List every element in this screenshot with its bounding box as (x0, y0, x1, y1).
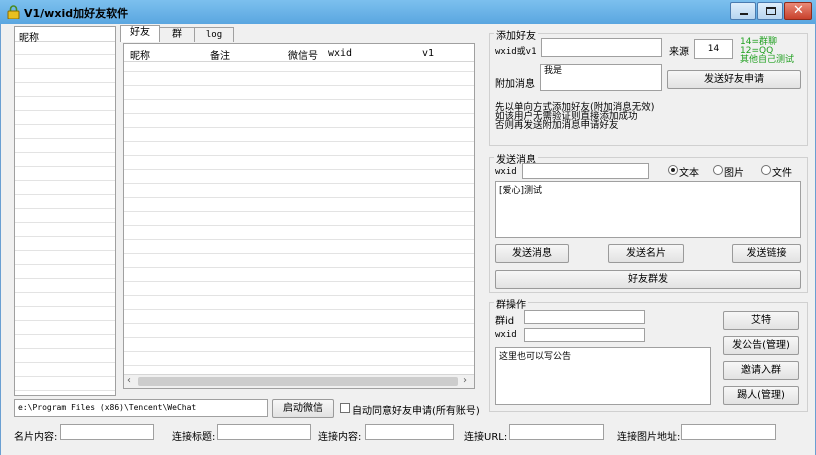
source-label: 来源 (669, 47, 689, 58)
tab-groups[interactable]: 群 (159, 27, 195, 42)
attach-message-label: 附加消息 (495, 79, 535, 90)
at-member-button[interactable]: 艾特 (723, 311, 799, 330)
link-url-input[interactable] (509, 424, 604, 440)
send-link-button[interactable]: 发送链接 (732, 244, 801, 263)
wxid-or-v1-label: wxid或v1 (495, 47, 537, 57)
wxid-or-v1-input[interactable] (541, 38, 662, 57)
maximize-button[interactable] (757, 2, 783, 20)
radio-text-label[interactable]: 文本 (679, 164, 699, 179)
link-content-input[interactable] (365, 424, 454, 440)
tab-friends[interactable]: 好友 (120, 25, 160, 42)
radio-image-label[interactable]: 图片 (724, 164, 744, 179)
link-title-label: 连接标题: (172, 432, 216, 443)
send-wxid-input[interactable] (522, 163, 649, 179)
app-logo-icon (7, 5, 20, 19)
send-card-button[interactable]: 发送名片 (608, 244, 684, 263)
friend-table-header: 昵称 备注 微信号 wxid v1 (124, 44, 474, 62)
column-wxid[interactable]: wxid (328, 48, 352, 59)
radio-image[interactable] (713, 165, 723, 175)
tab-log[interactable]: log (194, 27, 234, 42)
wechat-path-input[interactable]: e:\Program Files (x86)\Tencent\WeChat (14, 399, 268, 417)
group-announcement-textarea[interactable]: 这里也可以写公告 (495, 347, 711, 405)
window-title: V1/wxid加好友软件 (24, 7, 129, 20)
link-content-label: 连接内容: (318, 432, 362, 443)
link-image-input[interactable] (681, 424, 776, 440)
group-wxid-label: wxid (495, 330, 517, 340)
minimize-button[interactable] (730, 2, 756, 20)
send-message-button[interactable]: 发送消息 (495, 244, 569, 263)
send-friend-request-button[interactable]: 发送好友申请 (667, 70, 801, 89)
nickname-column-header: 昵称 (19, 33, 39, 44)
start-wechat-button[interactable]: 启动微信 (272, 399, 334, 418)
horizontal-scrollbar[interactable]: ‹ › (124, 374, 474, 388)
invite-to-group-button[interactable]: 邀请入群 (723, 361, 799, 380)
link-title-input[interactable] (217, 424, 311, 440)
column-v1[interactable]: v1 (422, 48, 434, 59)
send-wxid-label: wxid (495, 167, 517, 177)
group-id-input[interactable] (524, 310, 645, 324)
column-wechat-id[interactable]: 微信号 (288, 47, 318, 62)
message-content-textarea[interactable]: [爱心]测试 (495, 181, 801, 238)
scroll-right-icon[interactable]: › (463, 375, 467, 386)
column-nickname[interactable]: 昵称 (130, 47, 150, 62)
add-friend-group-label: 添加好友 (494, 27, 538, 42)
minimize-icon (740, 13, 748, 15)
radio-file[interactable] (761, 165, 771, 175)
radio-file-label[interactable]: 文件 (772, 164, 792, 179)
source-hint: 14=群聊 12=QQ 其他自己测试 (740, 37, 795, 65)
column-remark[interactable]: 备注 (210, 47, 230, 62)
radio-text[interactable] (668, 165, 678, 175)
close-icon: ✕ (793, 3, 804, 18)
group-wxid-input[interactable] (524, 328, 645, 342)
link-image-label: 连接图片地址: (617, 432, 681, 443)
source-input[interactable]: 14 (694, 39, 733, 59)
scrollbar-thumb[interactable] (138, 377, 458, 386)
auto-accept-label[interactable]: 自动同意好友申请(所有账号) (352, 402, 480, 417)
link-url-label: 连接URL: (464, 432, 508, 443)
group-id-label: 群id (495, 316, 515, 327)
card-content-input[interactable] (60, 424, 154, 440)
card-content-label: 名片内容: (14, 432, 58, 443)
nickname-list[interactable]: 昵称 (14, 26, 116, 396)
post-announcement-button[interactable]: 发公告(管理) (723, 336, 799, 355)
group-ops-group-label: 群操作 (494, 296, 528, 311)
mass-send-friends-button[interactable]: 好友群发 (495, 270, 801, 289)
close-button[interactable]: ✕ (784, 2, 812, 20)
maximize-icon (766, 7, 776, 15)
scroll-left-icon[interactable]: ‹ (127, 375, 131, 386)
add-friend-notes: 先以单向方式添加好友(附加消息无效) 如该用户无需验证则直接添加成功 否则再发送… (495, 102, 655, 131)
title-bar[interactable]: V1/wxid加好友软件 ✕ (0, 0, 816, 24)
kick-member-button[interactable]: 踢人(管理) (723, 386, 799, 405)
attach-message-input[interactable]: 我是 (540, 64, 662, 91)
friend-table[interactable]: 昵称 备注 微信号 wxid v1 ‹ › (123, 43, 475, 389)
nickname-list-header[interactable]: 昵称 (15, 27, 115, 44)
auto-accept-checkbox[interactable] (340, 403, 350, 413)
